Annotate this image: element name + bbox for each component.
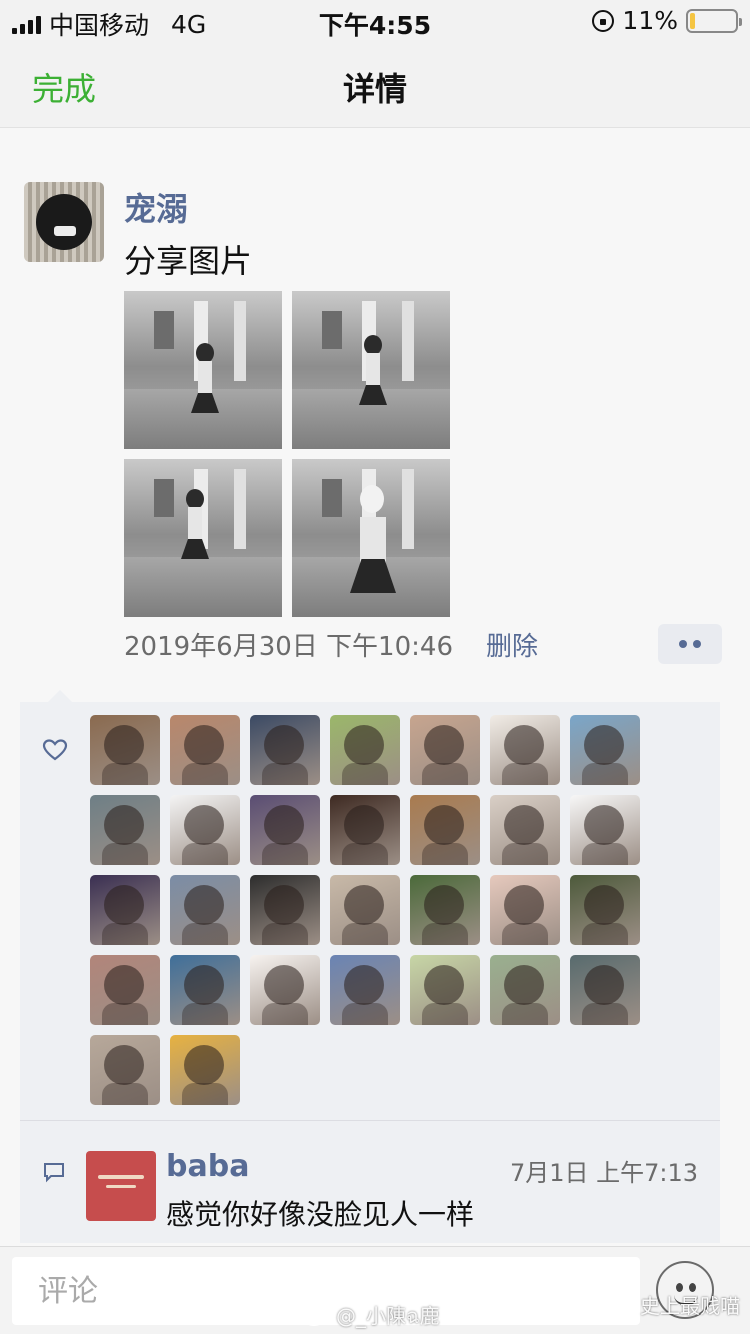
liker-avatar[interactable] bbox=[90, 1035, 160, 1105]
liker-avatar[interactable] bbox=[490, 955, 560, 1025]
wechat-logo-icon bbox=[609, 1295, 633, 1314]
author-name[interactable]: 宠溺 bbox=[124, 184, 188, 230]
liker-avatar[interactable] bbox=[490, 795, 560, 865]
liker-avatar[interactable] bbox=[170, 875, 240, 945]
post-photo[interactable] bbox=[292, 291, 450, 449]
comment-panel: baba 7月1日 上午7:13 感觉你好像没脸见人一样 bbox=[20, 1121, 720, 1243]
liker-avatar[interactable] bbox=[330, 955, 400, 1025]
delete-button[interactable]: 删除 bbox=[486, 626, 538, 663]
dot-icon bbox=[693, 640, 701, 648]
status-bar: 中国移动 4G 下午4:55 11% bbox=[0, 0, 750, 40]
page-title: 详情 bbox=[342, 70, 407, 108]
liker-avatar[interactable] bbox=[90, 875, 160, 945]
liker-avatar[interactable] bbox=[250, 875, 320, 945]
nav-bar: 完成 详情 bbox=[0, 40, 750, 128]
liker-avatar[interactable] bbox=[90, 795, 160, 865]
status-right: 11% bbox=[592, 6, 742, 35]
comment-text[interactable]: 感觉你好像没脸见人一样 bbox=[166, 1193, 474, 1233]
liker-avatar[interactable] bbox=[570, 795, 640, 865]
liker-avatar[interactable] bbox=[570, 715, 640, 785]
liker-avatar[interactable] bbox=[250, 715, 320, 785]
commenter-name[interactable]: baba bbox=[166, 1149, 249, 1184]
heart-outline-icon bbox=[42, 739, 68, 761]
wechat-account: 史上最贱喵 bbox=[640, 1294, 740, 1318]
comment-bubble-icon bbox=[44, 1163, 64, 1183]
liker-avatar[interactable] bbox=[490, 875, 560, 945]
liker-avatar[interactable] bbox=[410, 715, 480, 785]
more-options-button[interactable] bbox=[658, 624, 722, 664]
liker-avatar[interactable] bbox=[170, 1035, 240, 1105]
liker-avatar[interactable] bbox=[330, 875, 400, 945]
post-photo[interactable] bbox=[124, 459, 282, 617]
liker-avatar[interactable] bbox=[250, 795, 320, 865]
battery-percent: 11% bbox=[622, 6, 678, 35]
liker-avatar[interactable] bbox=[330, 795, 400, 865]
liker-avatar[interactable] bbox=[490, 715, 560, 785]
weibo-logo-icon bbox=[303, 1307, 329, 1326]
liker-avatar[interactable] bbox=[170, 715, 240, 785]
commenter-avatar[interactable] bbox=[86, 1151, 156, 1221]
photo-grid bbox=[124, 291, 450, 617]
orientation-lock-icon bbox=[592, 9, 615, 32]
weibo-watermark: @_小陳ฉ鹿 bbox=[302, 1300, 440, 1332]
liker-avatar[interactable] bbox=[570, 875, 640, 945]
weibo-handle: @_小陳ฉ鹿 bbox=[336, 1304, 440, 1328]
liker-avatar[interactable] bbox=[410, 875, 480, 945]
liker-avatar[interactable] bbox=[410, 795, 480, 865]
post-text: 分享图片 bbox=[124, 242, 253, 280]
liker-avatar[interactable] bbox=[90, 955, 160, 1025]
liker-avatar[interactable] bbox=[90, 715, 160, 785]
comment-time: 7月1日 上午7:13 bbox=[509, 1159, 698, 1187]
post-timestamp: 2019年6月30日 下午10:46 bbox=[124, 632, 453, 662]
liker-avatar[interactable] bbox=[410, 955, 480, 1025]
liker-avatar[interactable] bbox=[570, 955, 640, 1025]
liker-avatar[interactable] bbox=[170, 955, 240, 1025]
post-photo[interactable] bbox=[124, 291, 282, 449]
post-photo[interactable] bbox=[292, 459, 450, 617]
battery-icon bbox=[686, 8, 742, 33]
liker-avatar[interactable] bbox=[330, 715, 400, 785]
wechat-watermark: 史上最贱喵 bbox=[608, 1290, 740, 1319]
liker-avatar[interactable] bbox=[170, 795, 240, 865]
author-avatar[interactable] bbox=[24, 182, 104, 262]
liker-avatar[interactable] bbox=[250, 955, 320, 1025]
dot-icon bbox=[679, 640, 687, 648]
likes-panel bbox=[20, 690, 720, 1120]
